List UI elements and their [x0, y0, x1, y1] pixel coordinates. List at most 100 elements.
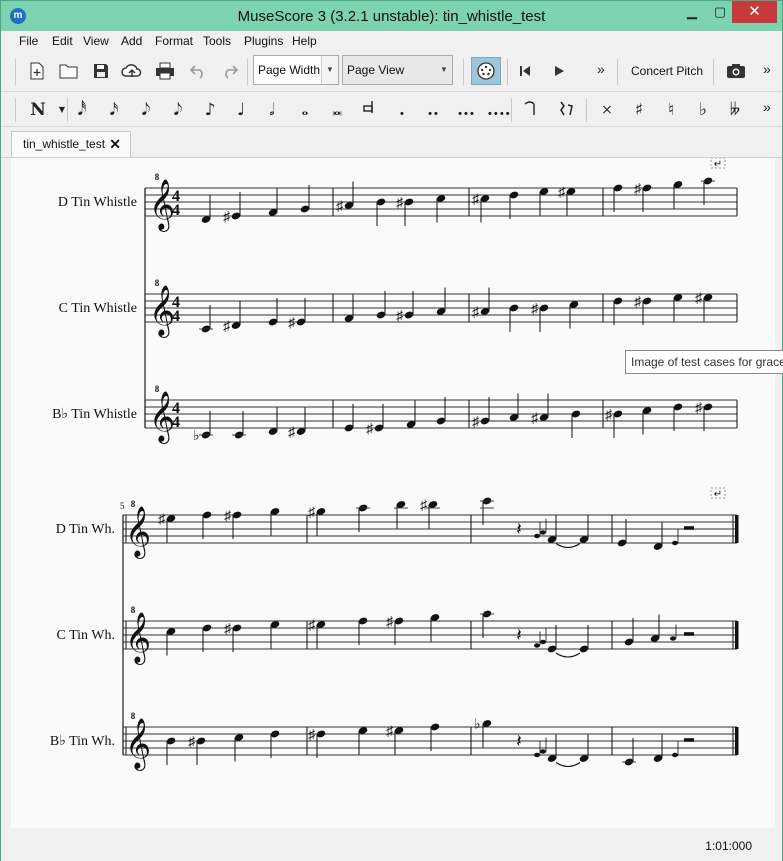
rest-bar	[684, 526, 694, 530]
quarter-rest: 𝄽	[516, 625, 522, 645]
camera-icon[interactable]	[724, 59, 748, 83]
menu-help[interactable]: Help	[292, 34, 317, 48]
quarter-note-icon[interactable]: ♩	[230, 99, 252, 121]
sharp-accidental: ♯	[420, 499, 428, 514]
16th-note-icon[interactable]: 𝅘𝅥𝅮	[135, 99, 157, 121]
sharp-icon[interactable]: ♯	[628, 99, 650, 121]
double-sharp-icon[interactable]: ×	[596, 99, 618, 121]
instrument-name: D Tin Wh.	[56, 522, 115, 537]
instrument-name: B♭ Tin Wh.	[50, 734, 115, 749]
double-dot-icon[interactable]: ..	[422, 99, 444, 121]
32nd-note-icon[interactable]: 𝅘𝅥𝅯	[103, 99, 125, 121]
menu-format[interactable]: Format	[155, 34, 193, 48]
toolbar-handle[interactable]	[15, 59, 16, 85]
close-tab-icon[interactable]: ✕	[109, 132, 121, 156]
augmentation-dot-icon[interactable]: .	[391, 99, 413, 121]
clef-octave-mark: 8	[131, 499, 136, 509]
menu-tools[interactable]: Tools	[203, 34, 231, 48]
time-signature-bottom: 4	[172, 202, 180, 219]
instrument-name: D Tin Whistle	[58, 195, 137, 210]
menu-view[interactable]: View	[83, 34, 109, 48]
view-mode-select[interactable]: Page View ▼	[342, 55, 453, 85]
clef-octave-mark: 8	[155, 384, 160, 394]
eighth-note-icon[interactable]: ♪	[199, 99, 221, 121]
toolbar-overflow-button[interactable]: »	[763, 61, 771, 77]
double-flat-icon[interactable]: 𝄫	[724, 99, 746, 121]
natural-icon[interactable]: ♮	[660, 99, 682, 121]
chevron-down-icon[interactable]: ▼	[51, 99, 73, 121]
chevron-down-icon[interactable]: ▼	[321, 56, 338, 84]
playback-position: 1:01:000	[705, 839, 752, 853]
64th-note-icon[interactable]: 𝅘𝅥𝅰	[71, 99, 93, 121]
instrument-name: C Tin Wh.	[57, 628, 116, 643]
play-icon[interactable]	[547, 59, 571, 83]
breve-icon[interactable]: 𝅜	[326, 99, 348, 121]
sharp-accidental: ♯	[386, 615, 394, 630]
close-icon[interactable]: ✕	[732, 1, 777, 23]
grace-notehead	[672, 540, 678, 546]
tie	[555, 652, 581, 658]
toolbar-overflow-button[interactable]: »	[763, 99, 771, 115]
toolbar-overflow-button[interactable]: »	[597, 61, 605, 77]
rewind-icon[interactable]	[513, 59, 537, 83]
save-icon[interactable]	[89, 59, 113, 83]
flat-icon[interactable]: ♭	[692, 99, 714, 121]
title-bar[interactable]: m MuseScore 3 (3.2.1 unstable): tin_whis…	[1, 1, 782, 31]
sharp-accidental: ♯	[634, 295, 642, 310]
rest-bar	[684, 738, 694, 742]
print-icon[interactable]	[153, 59, 177, 83]
toolbar-handle[interactable]	[15, 98, 16, 122]
sharp-accidental: ♯	[288, 426, 296, 441]
final-barline	[735, 621, 739, 649]
tie	[555, 762, 581, 768]
treble-clef: 𝄞	[125, 613, 151, 665]
16th-note-icon-alt[interactable]: 𝅘𝅥𝅮	[167, 99, 189, 121]
sharp-accidental: ♯	[224, 622, 232, 637]
concert-pitch-button[interactable]: Concert Pitch	[631, 64, 703, 78]
rest-bar	[684, 632, 694, 636]
whole-note-icon[interactable]: 𝅝	[294, 99, 316, 121]
line-break-glyph: ↵	[714, 489, 722, 500]
tie-icon[interactable]	[519, 99, 541, 121]
toolbar-separator	[586, 98, 587, 122]
score-canvas[interactable]: D Tin Whistle 𝄞 8 4 4 ♯ ♯ ♯ ♯ ♯ ♯ C Tin Whistle 𝄞 8 4 4…	[11, 158, 775, 828]
undo-icon[interactable]	[186, 59, 210, 83]
midi-input-toggle[interactable]	[471, 57, 501, 85]
sharp-accidental: ♯	[472, 193, 480, 208]
new-file-icon[interactable]	[25, 59, 49, 83]
view-mode-value: Page View	[347, 63, 405, 77]
triple-dot-icon[interactable]: ...	[455, 99, 477, 121]
toolbar-separator	[507, 59, 508, 85]
tab-tin-whistle-test[interactable]: tin_whistle_test ✕	[11, 131, 131, 157]
sharp-accidental: ♯	[472, 415, 480, 430]
redo-icon[interactable]	[218, 59, 242, 83]
menu-edit[interactable]: Edit	[52, 34, 73, 48]
sharp-accidental: ♯	[531, 412, 539, 427]
score-sheet[interactable]: D Tin Whistle 𝄞844 ♯♯ ♯ ♯ ♯ ♯C Tin Whistle 𝄞844…	[11, 158, 775, 828]
open-folder-icon[interactable]	[57, 59, 81, 83]
note-input-mode-icon[interactable]: N	[27, 99, 49, 121]
treble-clef: 𝄞	[125, 507, 151, 559]
grace-notehead	[540, 639, 546, 645]
clef-octave-mark: 8	[131, 711, 136, 721]
time-signature-bottom: 4	[172, 414, 180, 431]
zoom-select[interactable]: Page Width ▼	[253, 55, 339, 85]
longa-icon[interactable]	[358, 99, 380, 121]
window-title: MuseScore 3 (3.2.1 unstable): tin_whistl…	[237, 8, 546, 25]
toolbar-separator	[463, 59, 464, 85]
chevron-down-icon[interactable]: ▼	[436, 56, 452, 84]
clef-octave-mark: 8	[155, 172, 160, 182]
sharp-accidental: ♯	[386, 725, 394, 740]
sharp-accidental: ♯	[224, 509, 232, 524]
menu-plugins[interactable]: Plugins	[244, 34, 283, 48]
rest-icon[interactable]	[556, 99, 578, 121]
menu-add[interactable]: Add	[121, 34, 142, 48]
half-note-icon[interactable]: 𝅗𝅥	[261, 99, 283, 121]
cloud-upload-icon[interactable]	[120, 59, 144, 83]
menu-file[interactable]: File	[19, 34, 38, 48]
status-bar: 1:01:000	[1, 829, 782, 861]
quadruple-dot-icon[interactable]: ....	[487, 99, 511, 121]
treble-clef: 𝄞	[125, 719, 151, 771]
toolbar-separator	[511, 98, 512, 122]
toolbar-separator	[67, 98, 68, 122]
